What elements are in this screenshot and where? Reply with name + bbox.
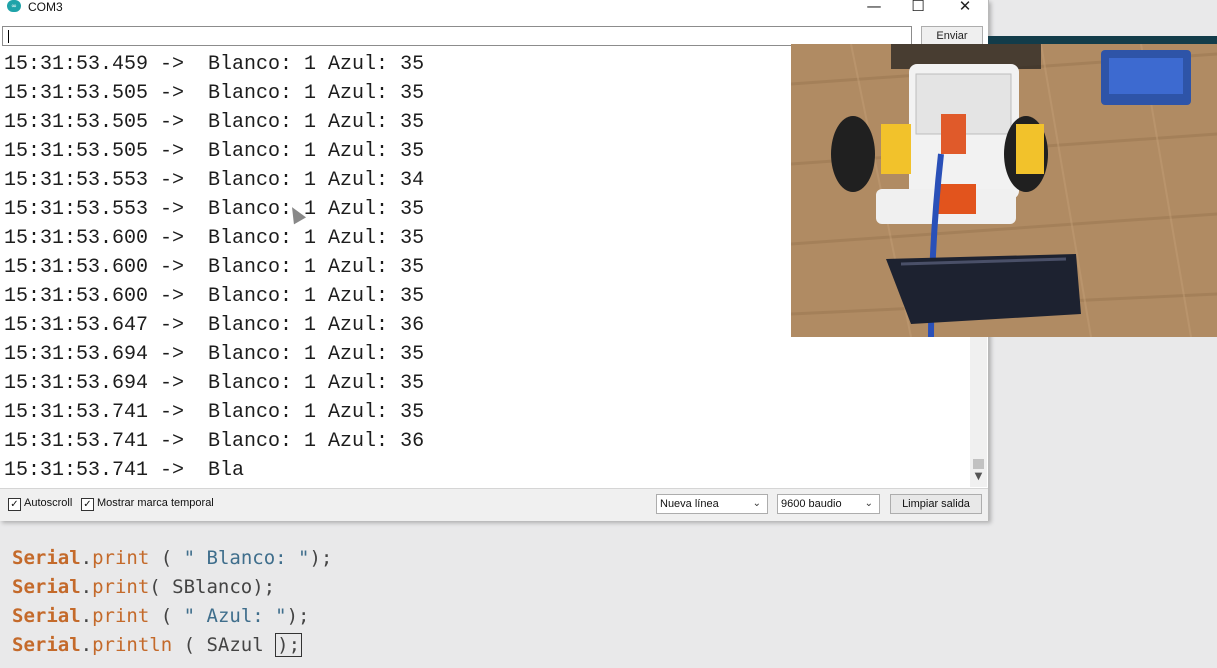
output-line: 15:31:53.505 -> Blanco: 1 Azul: 35: [4, 140, 425, 163]
code-text: (: [149, 605, 184, 627]
status-bar: ✓ Autoscroll ✓ Mostrar marca temporal Nu…: [0, 488, 988, 521]
output-line: 15:31:53.553 -> Blanco: 1 Azul: 34: [4, 169, 425, 192]
code-class: Serial: [12, 605, 81, 627]
output-line: 15:31:53.600 -> Blanco: 1 Azul: 35: [4, 227, 425, 250]
output-line: 15:31:53.694 -> Blanco: 1 Azul: 35: [4, 343, 425, 366]
output-line: 15:31:53.694 -> Blanco: 1 Azul: 35: [4, 372, 425, 395]
scrollbar-thumb[interactable]: [973, 459, 984, 469]
clear-output-button[interactable]: Limpiar salida: [890, 494, 982, 514]
editor-cursor-box: );: [275, 633, 303, 657]
output-line: 15:31:53.647 -> Blanco: 1 Azul: 36: [4, 314, 425, 337]
output-line: 15:31:53.505 -> Blanco: 1 Azul: 35: [4, 111, 425, 134]
code-line: Serial.println ( SAzul );: [12, 633, 303, 657]
timestamp-checkbox[interactable]: ✓: [81, 498, 94, 511]
autoscroll-label: Autoscroll: [24, 497, 73, 509]
code-tail: );: [309, 547, 333, 569]
arduino-app-icon: ∞: [7, 0, 21, 12]
output-line: 15:31:53.600 -> Blanco: 1 Azul: 35: [4, 256, 425, 279]
close-button[interactable]: ✕: [945, 0, 985, 16]
output-line: 15:31:53.741 -> Blanco: 1 Azul: 35: [4, 401, 425, 424]
code-text: ( SAzul: [172, 634, 276, 656]
code-class: Serial: [12, 576, 81, 598]
code-class: Serial: [12, 547, 81, 569]
output-line: 15:31:53.553 -> Blanco: 1 Azul: 35: [4, 198, 425, 221]
code-line: Serial.print( SBlanco);: [12, 576, 276, 598]
code-line: Serial.print ( " Azul: ");: [12, 605, 310, 627]
line-ending-select[interactable]: Nueva línea ⌄: [656, 494, 768, 514]
output-line: 15:31:53.741 -> Blanco: 1 Azul: 36: [4, 430, 425, 453]
maximize-button[interactable]: ☐: [898, 0, 938, 16]
output-line: 15:31:53.459 -> Blanco: 1 Azul: 35: [4, 53, 425, 76]
title-bar[interactable]: ∞ COM3 — ☐ ✕: [0, 0, 988, 16]
text-caret: [8, 30, 9, 43]
code-function: println: [92, 634, 173, 656]
code-line: Serial.print ( " Blanco: ");: [12, 547, 333, 569]
send-input[interactable]: [2, 26, 912, 46]
code-tail: );: [277, 634, 301, 656]
baud-rate-select[interactable]: 9600 baudio ⌄: [777, 494, 880, 514]
code-function: print: [92, 576, 150, 598]
chevron-down-icon: ⌄: [864, 498, 873, 509]
timestamp-label: Mostrar marca temporal: [97, 497, 214, 509]
code-snippet: Serial.print ( " Blanco: "); Serial.prin…: [0, 535, 1217, 668]
autoscroll-checkbox[interactable]: ✓: [8, 498, 21, 511]
code-string: " Blanco: ": [183, 547, 310, 569]
code-tail: );: [286, 605, 310, 627]
chevron-down-icon: ⌄: [752, 498, 761, 509]
code-function: print: [92, 605, 150, 627]
send-button[interactable]: Enviar: [921, 26, 983, 46]
code-class: Serial: [12, 634, 81, 656]
robot-car-photo: [791, 44, 1217, 337]
code-text: (: [149, 547, 184, 569]
code-text: ( SBlanco);: [149, 576, 276, 598]
background-window-strip: [988, 36, 1217, 44]
output-line: 15:31:53.600 -> Blanco: 1 Azul: 35: [4, 285, 425, 308]
baud-rate-value: 9600 baudio: [781, 498, 842, 510]
code-string: " Azul: ": [183, 605, 287, 627]
window-title: COM3: [28, 0, 63, 14]
output-line: 15:31:53.741 -> Bla: [4, 459, 245, 482]
line-ending-value: Nueva línea: [660, 498, 719, 510]
minimize-button[interactable]: —: [854, 0, 894, 16]
webcam-video-overlay: [791, 44, 1217, 337]
code-function: print: [92, 547, 150, 569]
scroll-down-arrow-icon[interactable]: ▼: [970, 469, 987, 485]
output-line: 15:31:53.505 -> Blanco: 1 Azul: 35: [4, 82, 425, 105]
